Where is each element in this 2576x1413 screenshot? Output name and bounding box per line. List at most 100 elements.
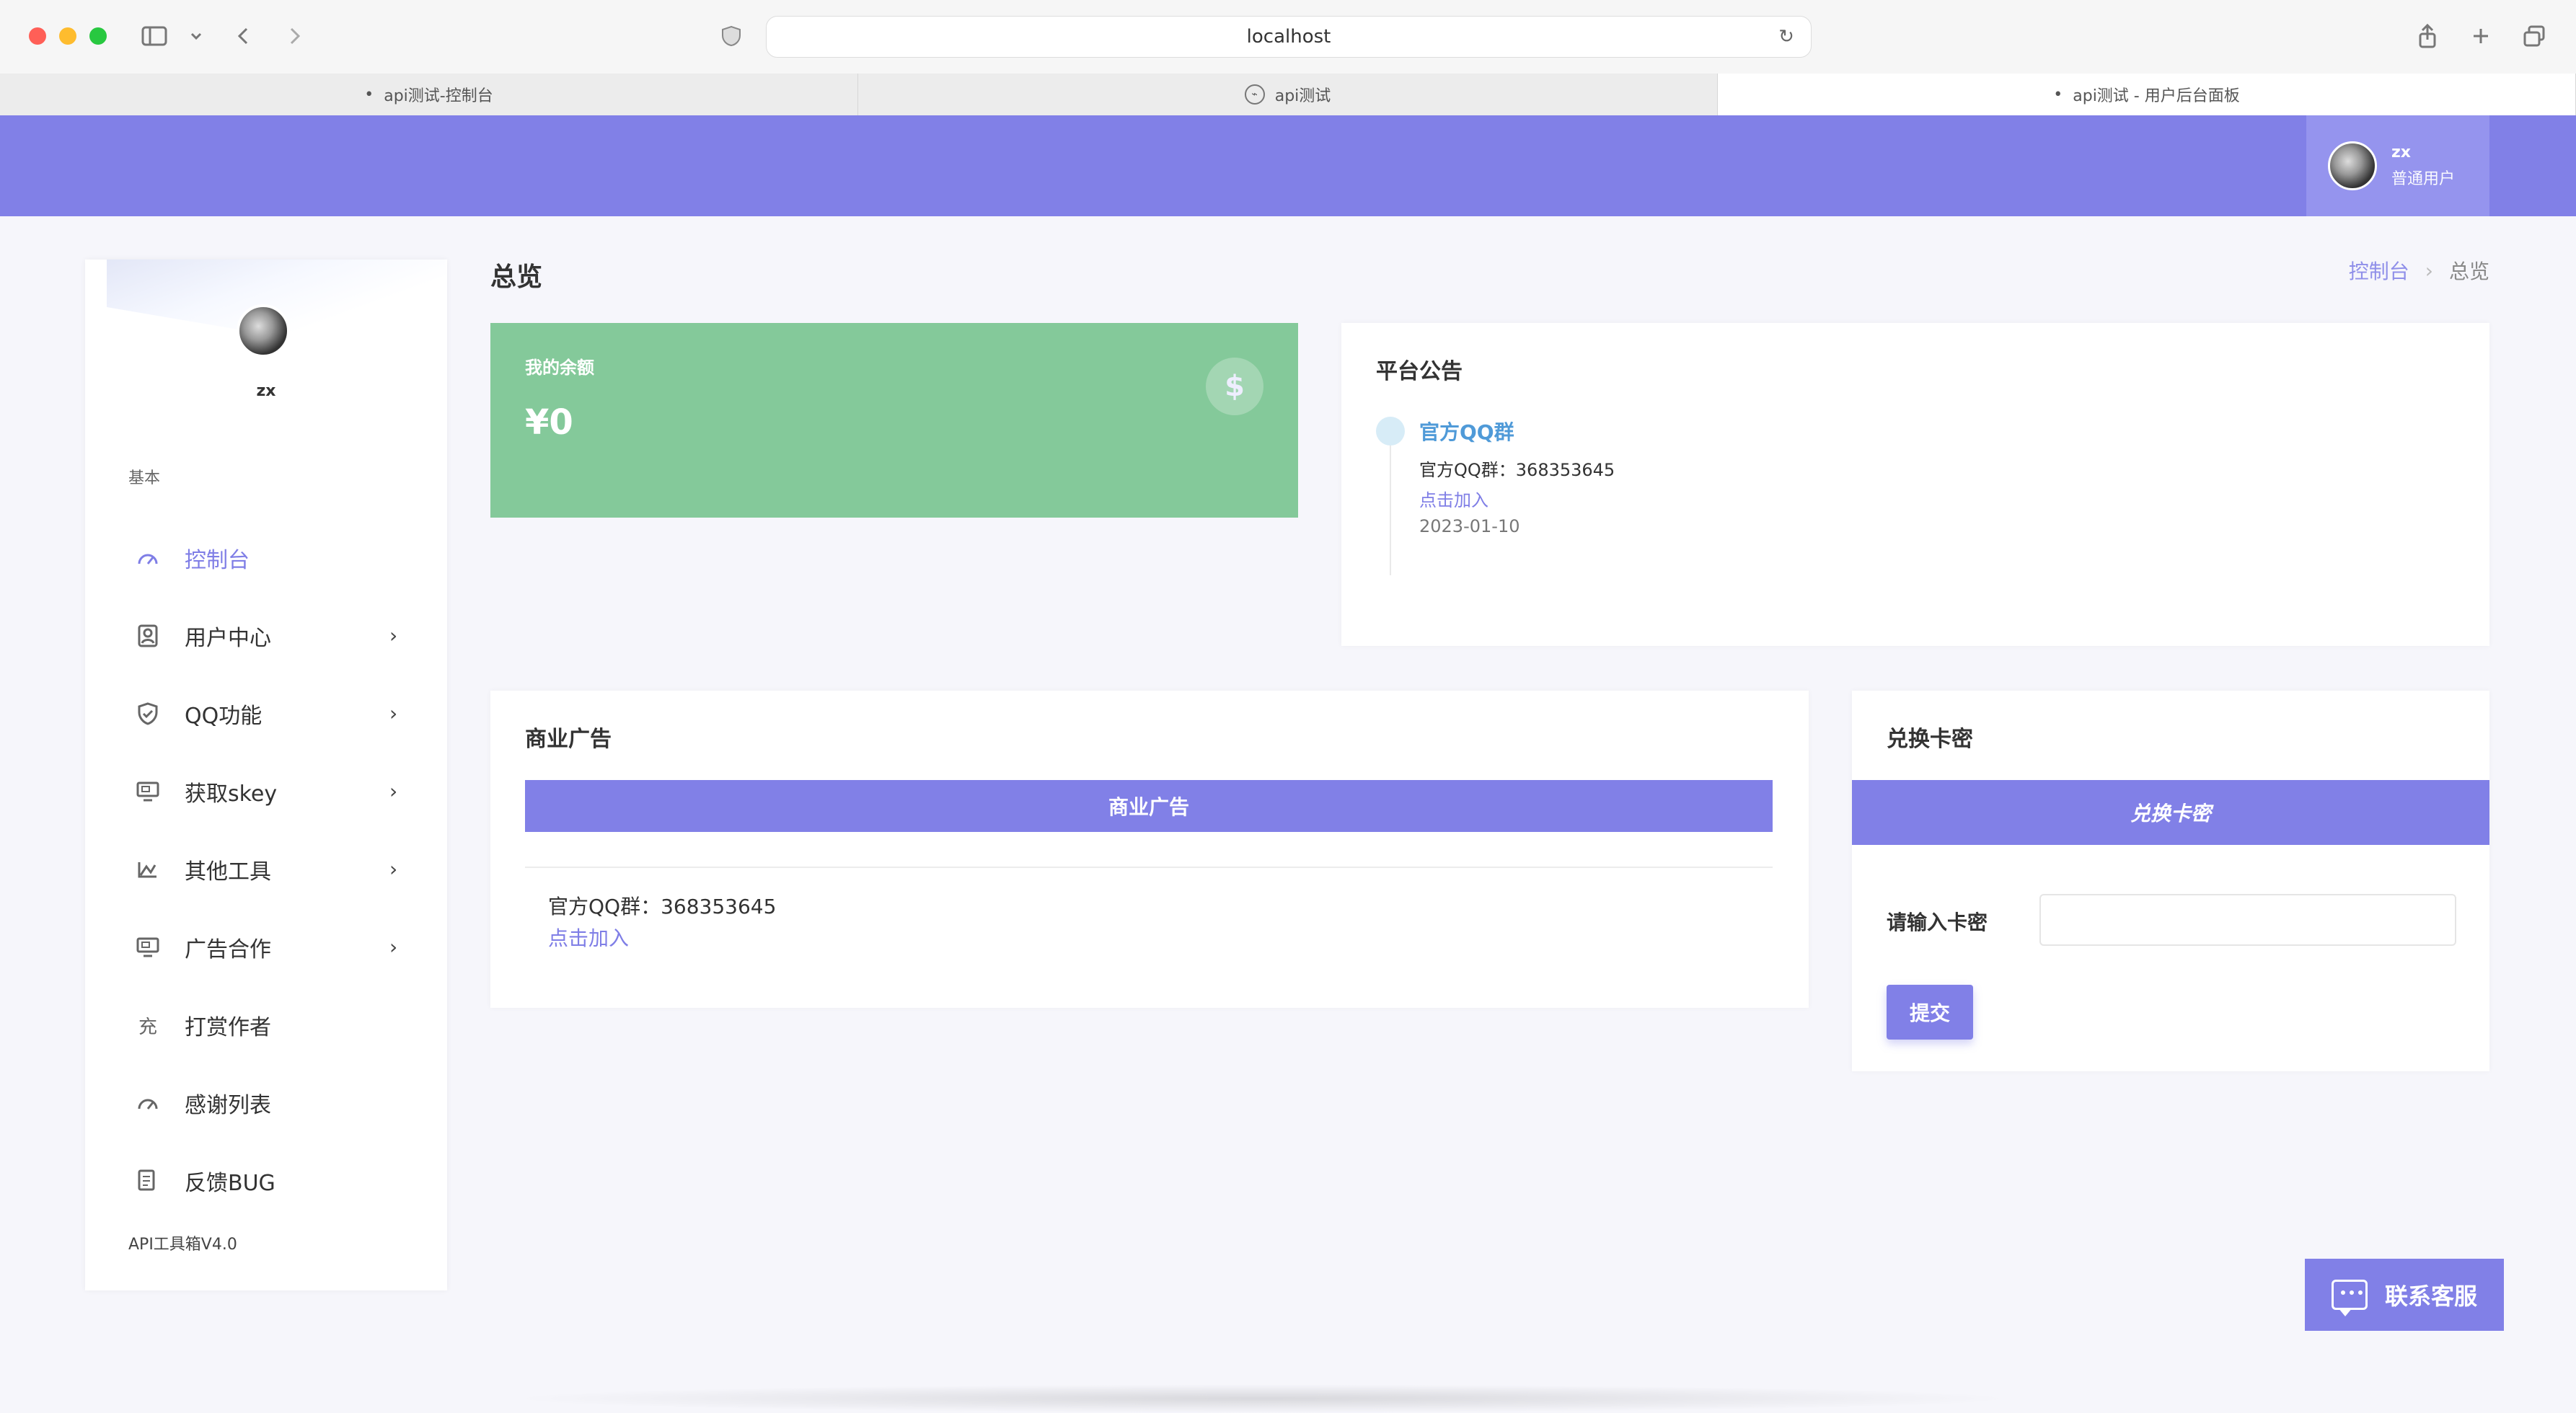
balance-amount: ¥0 (525, 402, 573, 443)
sidebar-item-label: 获取skey (185, 781, 278, 807)
user-role: 普通用户 (2391, 169, 2456, 188)
tab-user-panel[interactable]: • api测试 - 用户后台面板 (1718, 74, 2576, 115)
sidebar-item-label: 控制台 (185, 548, 250, 573)
feedback-icon (134, 1167, 162, 1195)
window-controls (29, 27, 107, 45)
announcement-title: 平台公告 (1376, 359, 1463, 384)
sidebar-item-label: 反馈BUG (185, 1171, 275, 1196)
close-window-button[interactable] (29, 27, 46, 45)
recharge-icon: 充 (138, 1016, 157, 1038)
announcement-join-link[interactable]: 点击加入 (1419, 486, 1488, 511)
redeem-label: 请输入卡密 (1887, 911, 1988, 934)
sidebar-item-label: 用户中心 (185, 626, 271, 651)
sidebar-avatar (237, 304, 290, 358)
back-icon[interactable] (229, 22, 258, 50)
breadcrumb-separator-icon: › (2425, 258, 2433, 283)
page-title: 总览 (490, 262, 543, 292)
sidebar-item-thanks[interactable]: 感谢列表 (85, 1064, 447, 1142)
announcement-timeline: 官方QQ群 官方QQ群：368353645 点击加入 2023-01-10 (1376, 417, 2458, 633)
refresh-icon[interactable]: ↻ (1776, 27, 1796, 47)
user-meta: zx 普通用户 (2391, 143, 2455, 189)
sidebar-toggle-icon[interactable] (140, 22, 169, 50)
sidebar-item-label: 打赏作者 (185, 1015, 271, 1040)
chevron-right-icon: › (389, 624, 398, 647)
minimize-window-button[interactable] (59, 27, 76, 45)
tab-label: api测试 (1274, 87, 1331, 105)
chart-icon (134, 856, 162, 883)
dashboard-icon (134, 1089, 162, 1117)
zoom-window-button[interactable] (89, 27, 107, 45)
sidebar-item-tools[interactable]: 其他工具 › (85, 830, 447, 908)
address-text: localhost (1246, 26, 1331, 48)
chevron-right-icon: › (389, 779, 398, 803)
redeem-card: 兑换卡密 兑换卡密 请输入卡密 提交 (1852, 691, 2489, 1071)
sidebar-item-feedback[interactable]: 反馈BUG (85, 1142, 447, 1220)
share-icon[interactable] (2413, 22, 2442, 50)
privacy-shield-icon[interactable] (717, 22, 746, 50)
tab-dot-icon: • (364, 85, 374, 104)
sidebar-menu: 控制台 用户中心 › QQ功能 › 获取skey › 其他工具 › 广告合作 ›… (85, 519, 447, 1220)
monitor-ad-icon (134, 934, 162, 961)
breadcrumb: 控制台 › 总览 (2349, 256, 2489, 285)
balance-card: 我的余额 ¥0 $ (490, 323, 1298, 518)
tab-console[interactable]: • api测试-控制台 (0, 74, 858, 115)
user-menu[interactable]: zx 普通用户 (2306, 115, 2489, 216)
timeline-dot-icon (1376, 417, 1405, 446)
monitor-ad-icon (134, 778, 162, 805)
announcement-card: 平台公告 官方QQ群 官方QQ群：368353645 点击加入 2023-01-… (1341, 323, 2489, 646)
tab-overview-icon[interactable] (2520, 22, 2549, 50)
forward-icon[interactable] (280, 22, 309, 50)
bottom-shadow (505, 1384, 2019, 1413)
announcement-entry-date: 2023-01-10 (1419, 516, 1520, 536)
announcement-entry-desc: 官方QQ群：368353645 (1419, 460, 1615, 480)
avatar (2328, 141, 2377, 190)
sidebar-item-label: 其他工具 (185, 859, 271, 885)
ads-banner[interactable]: 商业广告 (525, 780, 1773, 832)
tab-label: api测试 - 用户后台面板 (2073, 87, 2240, 105)
announcement-entry-title[interactable]: 官方QQ群 (1419, 417, 1514, 446)
dashboard-icon (134, 544, 162, 572)
tab-dot-icon: • (2053, 85, 2063, 104)
balance-title: 我的余额 (525, 358, 594, 378)
contact-support-button[interactable]: 联系客服 (2305, 1259, 2504, 1331)
dollar-icon: $ (1206, 358, 1263, 415)
redeem-title: 兑换卡密 (1887, 727, 1973, 752)
tab-bar: • api测试-控制台 ⌁ api测试 • api测试 - 用户后台面板 (0, 74, 2576, 116)
sidebar-item-console[interactable]: 控制台 (85, 519, 447, 597)
ads-title: 商业广告 (525, 727, 612, 752)
ads-card: 商业广告 商业广告 官方QQ群：368353645 点击加入 (490, 691, 1809, 1008)
ads-desc: 官方QQ群：368353645 (548, 895, 777, 918)
support-label: 联系客服 (2384, 1283, 2477, 1310)
sidebar-item-donate[interactable]: 充 打赏作者 (85, 986, 447, 1064)
browser-toolbar: localhost ↻ (0, 0, 2576, 74)
breadcrumb-parent-link[interactable]: 控制台 (2349, 256, 2409, 285)
card-key-input[interactable] (2039, 894, 2456, 946)
user-name: zx (2391, 143, 2411, 161)
user-card-icon (134, 622, 162, 650)
sidebar-user-name: zx (256, 382, 276, 400)
sidebar-item-skey[interactable]: 获取skey › (85, 753, 447, 830)
sidebar-item-label: 广告合作 (185, 937, 271, 962)
sidebar-item-ads[interactable]: 广告合作 › (85, 908, 447, 986)
compass-icon: ⌁ (1244, 84, 1265, 105)
shield-icon (134, 700, 162, 727)
timeline-line (1390, 446, 1391, 575)
submit-button[interactable]: 提交 (1887, 985, 1973, 1040)
sidebar-item-qq[interactable]: QQ功能 › (85, 675, 447, 753)
chat-icon (2331, 1280, 2368, 1316)
tab-api-test[interactable]: ⌁ api测试 (858, 74, 1718, 115)
ads-join-link[interactable]: 点击加入 (548, 923, 629, 952)
app-header: zx 普通用户 (0, 115, 2576, 216)
chevron-right-icon: › (389, 935, 398, 959)
chevron-right-icon: › (389, 857, 398, 881)
chevron-right-icon: › (389, 701, 398, 725)
new-tab-icon[interactable] (2466, 22, 2495, 50)
ads-divider (525, 867, 1773, 868)
sidebar-item-user-center[interactable]: 用户中心 › (85, 597, 447, 675)
sidebar-footer: API工具箱V4.0 (128, 1236, 237, 1254)
sidebar: zx 基本 控制台 用户中心 › QQ功能 › 获取skey › 其他工具 › … (85, 260, 447, 1290)
tab-label: api测试-控制台 (384, 87, 493, 105)
address-bar[interactable]: localhost ↻ (766, 16, 1812, 58)
chevron-down-icon[interactable] (182, 22, 211, 50)
sidebar-item-label: QQ功能 (185, 704, 263, 729)
